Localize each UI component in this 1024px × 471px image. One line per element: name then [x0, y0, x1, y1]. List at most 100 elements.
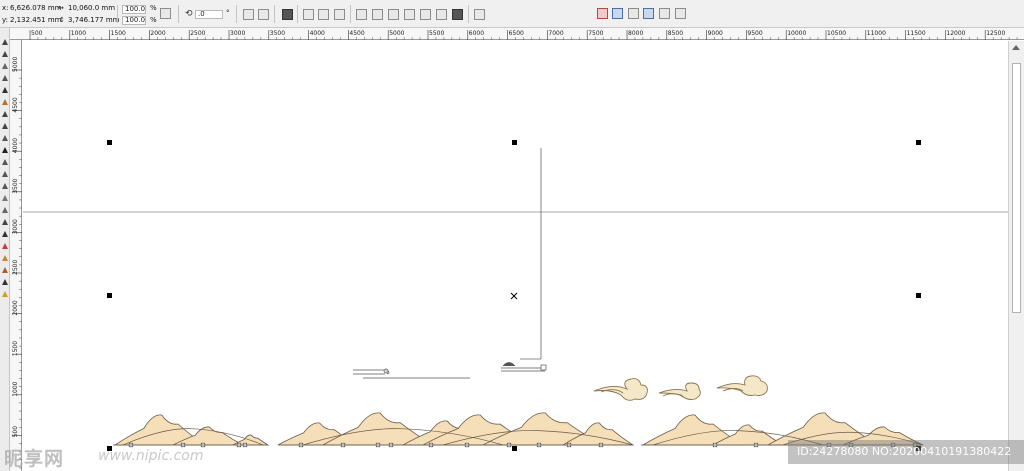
- horizontal-ruler-ticks: 500 1000 1500 2000 2500 3000 3500 4000 4500 5000 5…: [29, 30, 1018, 40]
- handle-top-left[interactable]: [107, 140, 112, 145]
- y-position-field[interactable]: 2,132.451 mm: [10, 16, 62, 25]
- height-field[interactable]: 3,746.177 mm: [68, 16, 120, 25]
- handle-bottom-center[interactable]: [512, 446, 517, 451]
- outline-tool-icon[interactable]: [1, 230, 9, 238]
- dimension-tool-icon[interactable]: [1, 170, 9, 178]
- ruler-label: 4000: [12, 138, 19, 153]
- cloud-ornament-2: [658, 382, 701, 400]
- interactive-fill-icon[interactable]: [1, 254, 9, 262]
- eyedropper-tool-icon[interactable]: [1, 218, 9, 226]
- artwork: [23, 140, 1008, 451]
- text-tool-icon[interactable]: [1, 146, 9, 154]
- freehand-tool-icon[interactable]: [1, 86, 9, 94]
- vertical-ruler[interactable]: 5000 4500 4000 3500 3000 2500 2000 1500 1000 500: [10, 40, 22, 471]
- cloud-ornament-1: [593, 378, 648, 401]
- mirror-horizontal-icon[interactable]: [243, 9, 254, 20]
- ruler-label: 2500: [190, 30, 205, 37]
- trim-icon[interactable]: [372, 9, 383, 20]
- ruler-label: 3000: [230, 30, 245, 37]
- mirror-vertical-icon[interactable]: [258, 9, 269, 20]
- x-position-field[interactable]: 6,626.078 mm: [10, 4, 62, 13]
- height-icon: ↕: [59, 16, 65, 24]
- plugin-excel-icon[interactable]: [659, 8, 670, 19]
- handle-top-center[interactable]: [512, 140, 517, 145]
- align-distribute-icon[interactable]: [474, 9, 485, 20]
- crop-tool-icon[interactable]: [1, 62, 9, 70]
- intersect-icon[interactable]: [388, 9, 399, 20]
- ungroup-all-icon[interactable]: [318, 9, 329, 20]
- scale-x-percent: %: [150, 4, 157, 12]
- transparency-tool-icon[interactable]: [1, 206, 9, 214]
- ungroup-icon[interactable]: [303, 9, 314, 20]
- horizontal-ruler[interactable]: 500 1000 1500 2000 2500 3000 3500 4000 4500 5000 5…: [10, 28, 1024, 40]
- boundary-icon[interactable]: [452, 9, 463, 20]
- ruler-label: 7500: [588, 30, 603, 37]
- scroll-ornament-center: [501, 362, 547, 372]
- selection-center-mark[interactable]: [510, 292, 518, 300]
- zoom-tool-icon[interactable]: [1, 74, 9, 82]
- back-minus-front-icon[interactable]: [436, 9, 447, 20]
- handle-top-right[interactable]: [916, 140, 921, 145]
- shape-tool-icon[interactable]: [1, 50, 9, 58]
- group-icon[interactable]: [282, 9, 293, 20]
- ruler-label: 2000: [150, 30, 165, 37]
- polygon-tool-icon[interactable]: [1, 134, 9, 142]
- ellipse-tool-icon[interactable]: [1, 122, 9, 130]
- ruler-label: 11500: [907, 30, 926, 37]
- ruler-label: 9000: [708, 30, 723, 37]
- watermark-id: ID:24278080 NO:20200410191380422: [797, 445, 1012, 458]
- ruler-label: 1500: [12, 341, 19, 356]
- ruler-label: 11000: [867, 30, 886, 37]
- connector-tool-icon[interactable]: [1, 182, 9, 190]
- ruler-label: 2500: [12, 260, 19, 275]
- rotation-field[interactable]: .0: [195, 10, 223, 19]
- rectangle-tool-icon[interactable]: [1, 110, 9, 118]
- ruler-label: 3000: [12, 219, 19, 234]
- plugin-tools-icon[interactable]: [675, 8, 686, 19]
- plugin-qr-icon[interactable]: [643, 8, 654, 19]
- watermark-logo: 昵享网: [4, 448, 65, 470]
- scroll-up-icon[interactable]: [1012, 45, 1020, 50]
- property-bar: x: 6,626.078 mm y: 2,132.451 mm ↔ 10,060…: [0, 0, 1024, 28]
- combine-icon[interactable]: [334, 9, 345, 20]
- watermark-id-banner: ID:24278080 NO:20200410191380422: [788, 440, 1024, 464]
- ruler-label: 5000: [389, 30, 404, 37]
- lock-ratio-icon[interactable]: [160, 8, 171, 19]
- drawing-canvas[interactable]: [23, 41, 1008, 471]
- separator: [274, 5, 275, 23]
- table-tool-icon[interactable]: [1, 158, 9, 166]
- simplify-icon[interactable]: [404, 9, 415, 20]
- smart-fill-icon[interactable]: [1, 98, 9, 106]
- fill-tool-icon[interactable]: [1, 242, 9, 250]
- mesh-fill-icon[interactable]: [1, 266, 9, 274]
- pick-tool-icon[interactable]: [1, 38, 9, 46]
- plugin-text-icon[interactable]: [628, 8, 639, 19]
- width-icon: ↔: [58, 4, 64, 12]
- scroll-thumb[interactable]: [1012, 63, 1021, 313]
- scale-x-field[interactable]: 100.0: [122, 5, 146, 14]
- weld-icon[interactable]: [356, 9, 367, 20]
- cloud-ornament-3: [716, 375, 768, 396]
- scale-y-field[interactable]: 100.0: [122, 16, 146, 25]
- handle-middle-right[interactable]: [916, 293, 921, 298]
- scale-y-percent: %: [150, 16, 157, 24]
- ruler-label: 500: [31, 30, 43, 37]
- plugin-image-icon[interactable]: [612, 8, 623, 19]
- ruler-label: 8000: [628, 30, 643, 37]
- watermark-left: 昵享网 www.nipic.com: [0, 440, 230, 471]
- pen-tool-icon[interactable]: [1, 278, 9, 286]
- ruler-label: 6500: [509, 30, 524, 37]
- vertical-scrollbar[interactable]: [1008, 41, 1024, 471]
- ruler-label: 8500: [668, 30, 683, 37]
- toolbox: [0, 28, 10, 471]
- blend-tool-icon[interactable]: [1, 194, 9, 202]
- plugin-vip-icon[interactable]: [597, 8, 608, 19]
- separator: [178, 5, 179, 23]
- front-minus-back-icon[interactable]: [420, 9, 431, 20]
- separator: [117, 5, 118, 23]
- bucket-tool-icon[interactable]: [1, 290, 9, 298]
- ruler-label: 7000: [548, 30, 563, 37]
- width-field[interactable]: 10,060.0 mm: [68, 4, 115, 13]
- ruler-label: 6000: [469, 30, 484, 37]
- handle-middle-left[interactable]: [107, 293, 112, 298]
